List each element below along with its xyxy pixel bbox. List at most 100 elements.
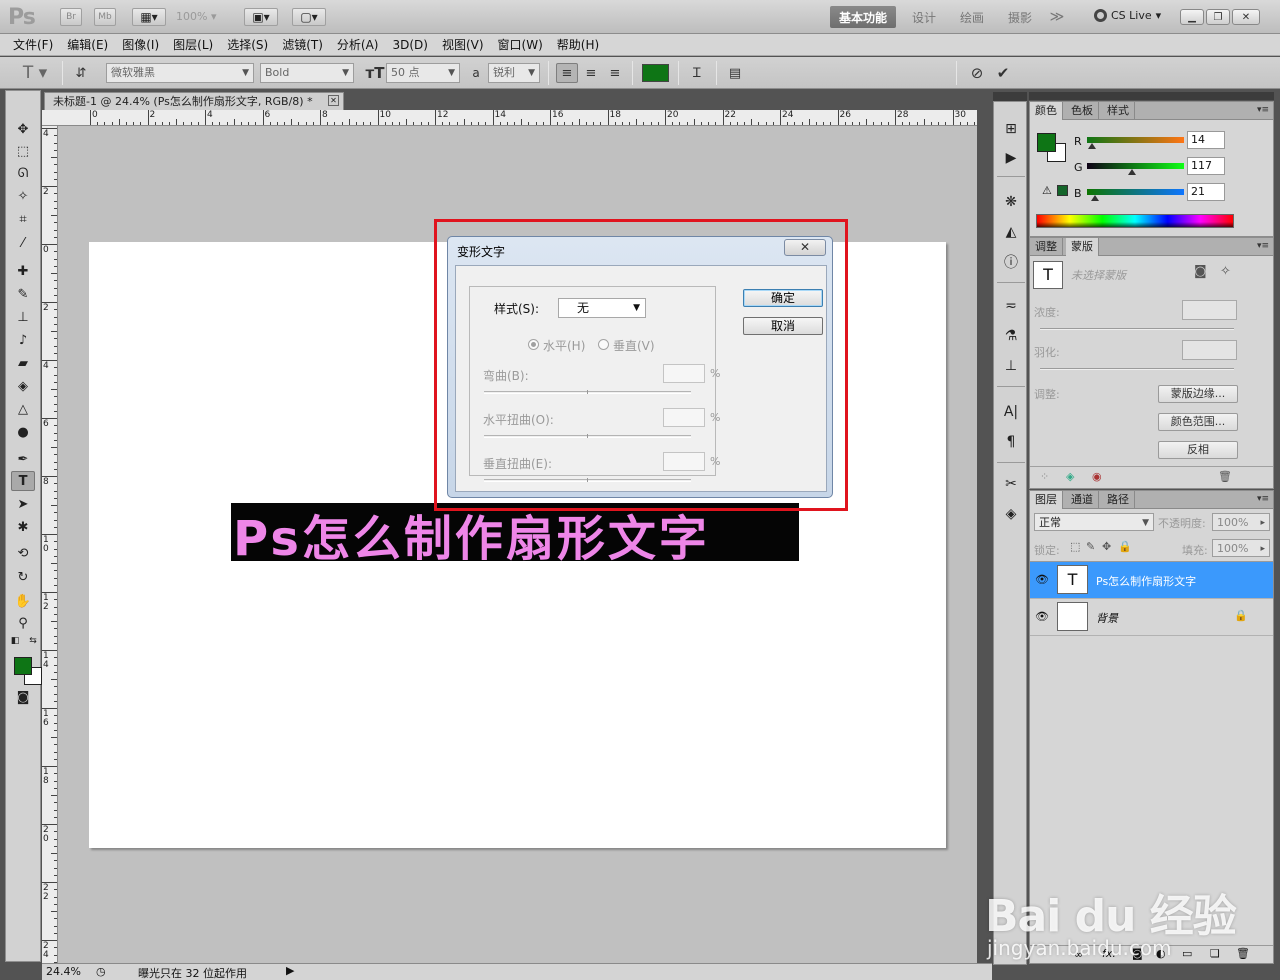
quick-mask-button[interactable]: ◙ — [11, 687, 35, 707]
swap-colors-button[interactable]: ⇆ — [26, 635, 40, 647]
vertical-distortion-slider[interactable] — [484, 478, 691, 482]
menu-analysis[interactable]: 分析(A) — [330, 34, 386, 55]
align-center-button[interactable]: ≡ — [580, 63, 602, 83]
add-pixel-mask-button[interactable]: ◙ — [1194, 264, 1207, 279]
cs-live-menu[interactable]: CS Live ▾ — [1094, 9, 1161, 22]
actions-panel-button[interactable]: ▶ — [1000, 148, 1022, 168]
hand-tool[interactable]: ✋ — [11, 591, 35, 611]
paint-bucket-tool[interactable]: ◈ — [11, 376, 35, 396]
layer-row-background[interactable]: 👁 背景 🔒 — [1030, 599, 1273, 636]
vertical-radio[interactable] — [598, 339, 609, 350]
blue-value-field[interactable]: 21 — [1187, 183, 1225, 201]
tab-styles[interactable]: 样式 — [1102, 102, 1135, 120]
mask-edge-button[interactable]: 蒙版边缘... — [1158, 385, 1238, 403]
layer-visibility-toggle[interactable]: 👁 — [1034, 572, 1050, 588]
blend-mode-select[interactable]: 正常 ▼ — [1034, 513, 1154, 531]
minimize-button[interactable]: ▁ — [1180, 9, 1204, 25]
toggle-orientation-button[interactable]: ⇵ — [70, 63, 92, 83]
bend-slider[interactable] — [484, 390, 691, 394]
color-spectrum-bar[interactable] — [1036, 214, 1234, 228]
3d-panel-button[interactable]: ❋ — [1000, 192, 1022, 212]
commit-edits-button[interactable]: ✔ — [992, 63, 1014, 83]
launch-bridge-button[interactable]: Br — [60, 8, 82, 26]
invert-button[interactable]: 反相 — [1158, 441, 1238, 459]
tab-swatches[interactable]: 色板 — [1066, 102, 1099, 120]
menu-edit[interactable]: 编辑(E) — [60, 34, 115, 55]
lock-image-button[interactable]: ✎ — [1086, 540, 1095, 553]
feather-field[interactable] — [1182, 340, 1237, 360]
layer-visibility-toggle[interactable]: 👁 — [1034, 609, 1050, 625]
menu-help[interactable]: 帮助(H) — [550, 34, 606, 55]
close-document-button[interactable]: ✕ — [328, 95, 339, 106]
antialias-select[interactable]: 锐利 ▼ — [488, 63, 540, 83]
character-panel-button[interactable]: A| — [1000, 402, 1022, 422]
menu-3d[interactable]: 3D(D) — [385, 34, 434, 55]
ok-button[interactable]: 确定 — [743, 289, 823, 307]
launch-minibridge-button[interactable]: Mb — [94, 8, 116, 26]
opacity-field[interactable]: 100% ▸ — [1212, 513, 1270, 531]
tool-presets-button[interactable]: ✂ — [1000, 474, 1022, 494]
dialog-close-button[interactable]: ✕ — [784, 239, 826, 256]
close-window-button[interactable]: ✕ — [1232, 9, 1260, 25]
3d-rotate-tool[interactable]: ⟲ — [11, 543, 35, 563]
paragraph-panel-button[interactable]: ¶ — [1000, 432, 1022, 452]
menu-layer[interactable]: 图层(L) — [166, 34, 220, 55]
view-extras-button[interactable]: ▦▾ — [132, 8, 166, 26]
arrange-documents-button[interactable]: ▣▾ — [244, 8, 278, 26]
foreground-color-swatch[interactable] — [14, 657, 32, 675]
crop-tool[interactable]: ⌗ — [11, 209, 35, 229]
shape-tool[interactable]: ✱ — [11, 517, 35, 537]
type-tool[interactable]: T — [11, 471, 35, 491]
fill-field[interactable]: 100% ▸ — [1212, 539, 1270, 557]
status-menu-arrow[interactable]: ▶ — [286, 964, 294, 977]
horizontal-ruler[interactable]: 0 2 4 6 8 10 12 14 16 18 20 22 24 26 28 30 — [42, 110, 977, 126]
path-selection-tool[interactable]: ➤ — [11, 494, 35, 514]
delete-mask-button[interactable]: 🗑 — [1218, 470, 1232, 483]
clone-source-button[interactable]: ⊥ — [1000, 356, 1022, 376]
lasso-tool[interactable]: ᘏ — [11, 163, 35, 183]
load-selection-button[interactable]: ⁘ — [1040, 470, 1049, 483]
lock-position-button[interactable]: ✥ — [1102, 540, 1111, 553]
tool-preset-picker[interactable]: T ▾ — [18, 63, 52, 83]
horizontal-distortion-slider[interactable] — [484, 434, 691, 438]
workspace-essentials[interactable]: 基本功能 — [830, 6, 896, 28]
healing-brush-tool[interactable]: ✚ — [11, 261, 35, 281]
red-value-field[interactable]: 14 — [1187, 131, 1225, 149]
font-size-select[interactable]: 50 点 ▼ — [386, 63, 460, 83]
horizontal-radio[interactable] — [528, 339, 539, 350]
blur-tool[interactable]: △ — [11, 399, 35, 419]
move-tool[interactable]: ✥ — [11, 119, 35, 139]
warp-text-button[interactable]: Ꮖ — [686, 63, 708, 83]
dodge-tool[interactable]: ● — [11, 422, 35, 442]
gamut-color-swatch[interactable] — [1057, 185, 1068, 196]
eyedropper-tool[interactable]: ⁄ — [11, 233, 35, 253]
status-zoom-level[interactable]: 24.4% — [46, 965, 81, 978]
menu-window[interactable]: 窗口(W) — [491, 34, 550, 55]
style-select[interactable]: 无 ▼ — [558, 298, 646, 318]
pen-tool[interactable]: ✒ — [11, 449, 35, 469]
clone-stamp-tool[interactable]: ⊥ — [11, 307, 35, 327]
tab-masks[interactable]: 蒙版 — [1066, 238, 1099, 256]
restore-button[interactable]: ❐ — [1206, 9, 1230, 25]
blue-slider[interactable] — [1087, 189, 1184, 195]
default-colors-button[interactable]: ◧ — [8, 635, 22, 647]
green-slider-thumb[interactable] — [1127, 169, 1136, 175]
panel-menu-icon[interactable]: ▾≡ — [1257, 241, 1269, 251]
feather-slider[interactable] — [1040, 368, 1234, 370]
menu-image[interactable]: 图像(I) — [115, 34, 166, 55]
workspace-photography[interactable]: 摄影 — [1000, 6, 1040, 28]
quick-selection-tool[interactable]: ✧ — [11, 186, 35, 206]
vertical-distortion-input[interactable] — [663, 452, 705, 471]
tab-channels[interactable]: 通道 — [1066, 491, 1099, 509]
history-brush-tool[interactable]: ♪ — [11, 330, 35, 350]
brush-panel-button[interactable]: ⚗ — [1000, 326, 1022, 346]
screen-mode-button[interactable]: ▢▾ — [292, 8, 326, 26]
apply-mask-button[interactable]: ◈ — [1066, 470, 1074, 483]
lock-all-button[interactable]: 🔒 — [1118, 540, 1132, 553]
font-style-select[interactable]: Bold ▼ — [260, 63, 354, 83]
3d-orbit-tool[interactable]: ↻ — [11, 567, 35, 587]
icon-strip-header[interactable] — [993, 92, 1027, 101]
horizontal-distortion-input[interactable] — [663, 408, 705, 427]
info-panel-button[interactable]: ⓘ — [1000, 252, 1022, 272]
tab-adjustments[interactable]: 调整 — [1030, 238, 1063, 256]
